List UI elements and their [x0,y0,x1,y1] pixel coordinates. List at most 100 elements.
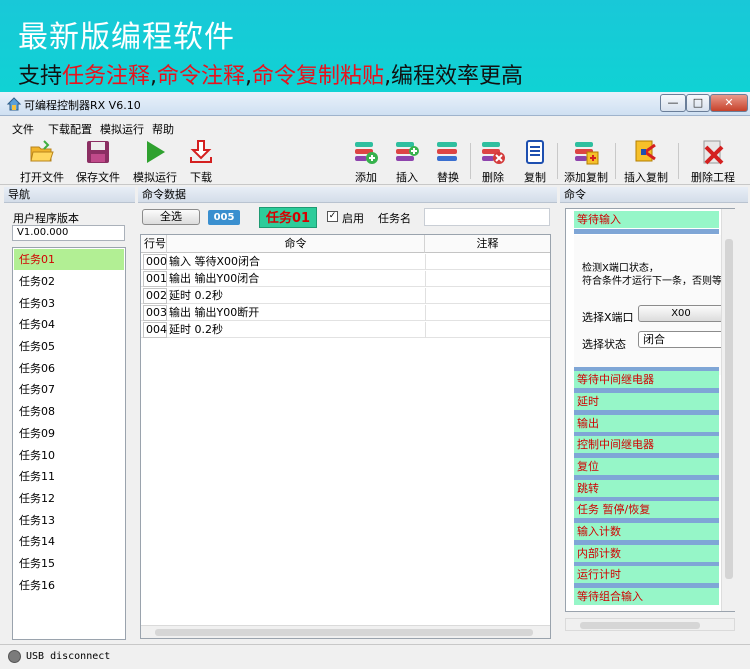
task-item[interactable]: 任务07 [14,379,124,400]
command-count-badge: 005 [208,210,240,225]
save-file-button[interactable]: 保存文件 [76,139,120,184]
task-item[interactable]: 任务16 [14,575,124,596]
version-label: 用户程序版本 [13,212,79,225]
command-panel-header: 命令 [560,187,748,203]
add-copy-label: 添加复制 [564,171,608,184]
banner-text: , [150,64,158,89]
category-item[interactable]: 输入计数 [574,523,719,540]
category-item[interactable]: 内部计数 [574,545,719,562]
toolbar-separator [678,143,679,179]
category-item[interactable]: 等待中间继电器 [574,371,719,388]
play-icon [147,141,165,163]
palette-vertical-scrollbar[interactable] [721,209,735,611]
table-row[interactable]: 003 输出 输出Y00断开 [141,305,550,321]
download-button[interactable]: 下载 [185,139,217,184]
menu-help[interactable]: 帮助 [152,121,174,137]
category-wait-input[interactable]: 等待输入 [574,211,719,228]
banner-highlight: 命令注释 [157,64,246,89]
replace-button[interactable]: 替换 [434,139,462,184]
toolbar-separator [470,143,471,179]
copy-icon [526,140,544,164]
toolbar-separator [615,143,616,179]
command-data-header: 命令数据 [138,187,557,203]
column-header-comment[interactable]: 注释 [425,235,550,253]
title-bar[interactable]: 可编程控制器RX V6.10 — □ ✕ [0,92,750,116]
category-item[interactable]: 复位 [574,458,719,475]
status-text: USB disconnect [26,651,111,662]
scroll-thumb[interactable] [155,629,533,636]
task-item[interactable]: 任务02 [14,271,124,292]
select-all-button[interactable]: 全选 [142,209,200,225]
palette-horizontal-scrollbar[interactable] [565,618,735,631]
minimize-button[interactable]: — [660,94,686,112]
task-item[interactable]: 任务04 [14,314,124,335]
category-item[interactable]: 任务 暂停/恢复 [574,501,719,518]
task-item[interactable]: 任务08 [14,401,124,422]
column-header-command[interactable]: 命令 [167,235,425,253]
scroll-thumb[interactable] [725,239,733,579]
category-item[interactable]: 跳转 [574,480,719,497]
port-select[interactable]: X00 [638,305,724,322]
nav-panel-header: 导航 [4,187,135,203]
task-item[interactable]: 任务14 [14,531,124,552]
state-select[interactable]: 闭合 [638,331,724,348]
task-item[interactable]: 任务11 [14,466,124,487]
scroll-thumb[interactable] [580,622,700,629]
category-item[interactable]: 输出 [574,415,719,432]
insert-copy-button[interactable]: 插入复制 [624,139,668,184]
insert-copy-label: 插入复制 [624,171,668,184]
task-name-input[interactable] [424,208,550,226]
toolbar-separator [557,143,558,179]
category-item[interactable]: 控制中间继电器 [574,436,719,453]
category-item[interactable]: 延时 [574,393,719,410]
task-item[interactable]: 任务05 [14,336,124,357]
status-bar: USB disconnect [0,644,750,669]
task-item[interactable]: 任务15 [14,553,124,574]
command-detail: 检测X端口状态， 符合条件才运行下一条，否则等 选择X端口 X00 选择状态 闭… [574,235,724,375]
table-row[interactable]: 001 输出 输出Y00闭合 [141,271,550,287]
close-button[interactable]: ✕ [710,94,748,112]
menu-file[interactable]: 文件 [12,121,34,137]
banner-text: 支持 [18,64,63,89]
task-item[interactable]: 任务06 [14,358,124,379]
task-item[interactable]: 任务12 [14,488,124,509]
task-item[interactable]: 任务03 [14,293,124,314]
current-task-title: 任务01 [259,207,317,228]
category-item[interactable]: 运行计时 [574,566,719,583]
table-row[interactable]: 002 延时 0.2秒 [141,288,550,304]
table-row[interactable]: 000 输入 等待X00闭合 [141,254,550,270]
table-row[interactable]: 004 延时 0.2秒 [141,322,550,338]
row-command: 输出 输出Y00断开 [169,306,260,319]
connection-indicator-icon [8,650,21,663]
delete-button[interactable]: 删除 [479,139,507,184]
enable-checkbox[interactable]: ✓ [327,211,338,222]
banner-highlight: 任务注释 [62,64,151,89]
add-button[interactable]: 添加 [352,139,380,184]
task-item[interactable]: 任务01 [14,249,124,270]
open-file-button[interactable]: 打开文件 [20,139,64,184]
version-field[interactable]: V1.00.000 [12,225,125,241]
table-horizontal-scrollbar[interactable] [141,625,550,638]
window-title: 可编程控制器RX V6.10 [24,99,141,112]
replace-label: 替换 [437,171,459,184]
delete-project-label: 删除工程 [691,171,735,184]
download-label: 下载 [190,171,212,184]
menu-simulate[interactable]: 模拟运行 [100,121,144,137]
task-item[interactable]: 任务13 [14,510,124,531]
add-copy-button[interactable]: 添加复制 [564,139,608,184]
cell-divider [425,271,426,287]
delete-project-icon [703,140,724,165]
category-item[interactable]: 等待组合输入 [574,588,719,605]
delete-project-button[interactable]: 删除工程 [690,139,736,184]
simulate-button[interactable]: 模拟运行 [133,139,177,184]
insert-button[interactable]: 插入 [393,139,421,184]
row-number: 003 [143,305,167,321]
task-item[interactable]: 任务09 [14,423,124,444]
save-file-label: 保存文件 [76,171,120,184]
app-window: 可编程控制器RX V6.10 — □ ✕ 文件 下载配置 模拟运行 帮助 打开文… [0,92,750,669]
column-header-line[interactable]: 行号 [141,235,167,253]
maximize-button[interactable]: □ [686,94,710,112]
task-item[interactable]: 任务10 [14,445,124,466]
copy-button[interactable]: 复制 [521,139,549,184]
menu-download-config[interactable]: 下载配置 [48,121,92,137]
